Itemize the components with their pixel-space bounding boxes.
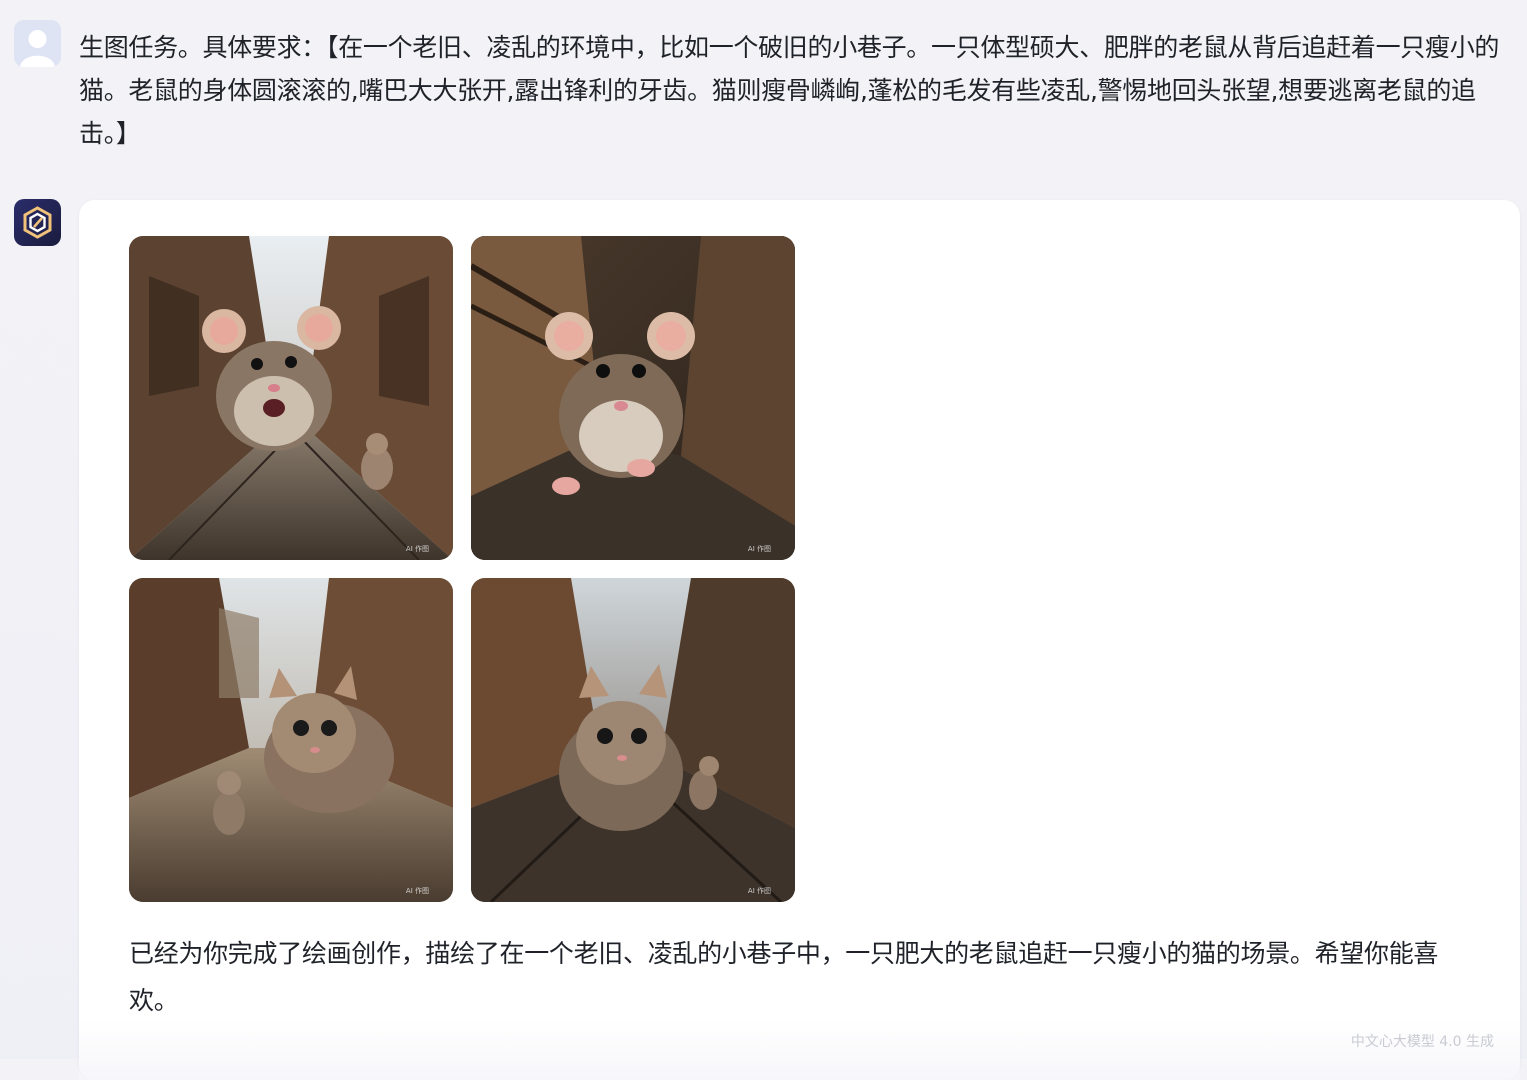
generated-image-2[interactable]: AI 作图 <box>471 236 795 560</box>
bot-reply-text: 已经为你完成了绘画创作，描绘了在一个老旧、凌乱的小巷子中，一只肥大的老鼠追赶一只… <box>129 939 1439 1015</box>
alley-kitten-running-image: AI 作图 <box>129 578 453 902</box>
image-watermark: AI 作图 <box>748 544 771 553</box>
user-avatar-icon <box>14 20 61 67</box>
card-footer-fade <box>79 1020 1520 1080</box>
bot-avatar <box>14 199 61 246</box>
model-note: 中文心大模型 4.0 生成 <box>1350 1034 1494 1050</box>
alley-mouse-closeup-image: AI 作图 <box>471 236 795 560</box>
generated-image-4[interactable]: AI 作图 <box>471 578 795 902</box>
generated-image-1[interactable]: AI 作图 <box>129 236 453 560</box>
alley-kitten-and-mouse-image: AI 作图 <box>471 578 795 902</box>
bot-message-card: AI 作图 AI 作图 AI 作图 AI 作图 已经为你完成了绘画创作，描绘了在… <box>79 200 1520 1080</box>
image-watermark: AI 作图 <box>406 886 429 895</box>
image-grid: AI 作图 AI 作图 AI 作图 AI 作图 <box>129 236 795 902</box>
generated-image-3[interactable]: AI 作图 <box>129 578 453 902</box>
user-message-text: 生图任务。具体要求：【在一个老旧、凌乱的环境中，比如一个破旧的小巷子。一只体型硕… <box>79 33 1500 148</box>
image-watermark: AI 作图 <box>748 886 771 895</box>
image-watermark: AI 作图 <box>406 544 429 553</box>
alley-mouse-chasing-cat-image: AI 作图 <box>129 236 453 560</box>
user-avatar <box>14 20 61 67</box>
bot-logo-icon <box>23 206 52 239</box>
